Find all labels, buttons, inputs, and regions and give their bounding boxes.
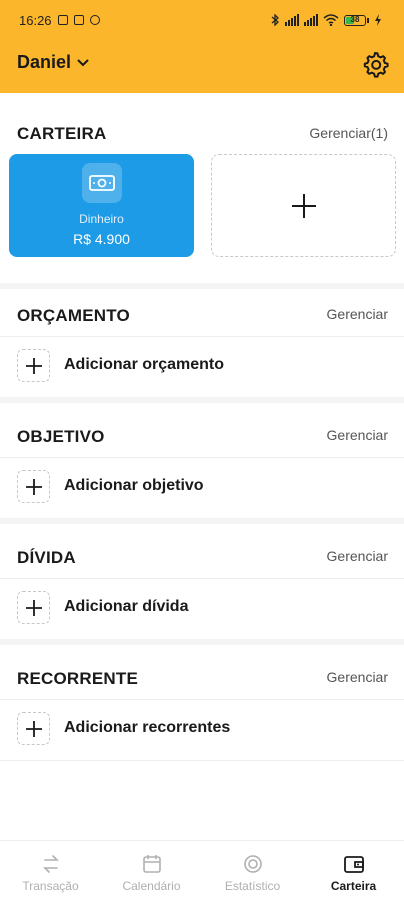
app-header: 16:26 38 Daniel	[0, 0, 404, 93]
nav-calendar[interactable]: Calendário	[101, 841, 202, 900]
debt-manage-link[interactable]: Gerenciar	[327, 548, 388, 564]
wallet-manage-link[interactable]: Gerenciar(1)	[309, 125, 388, 141]
wallet-icon	[343, 856, 364, 873]
bluetooth-icon	[271, 14, 279, 26]
battery-level: 38	[350, 14, 360, 24]
goal-manage-link[interactable]: Gerenciar	[327, 427, 388, 443]
signal-2-icon	[304, 14, 318, 26]
charging-icon	[375, 14, 381, 26]
add-budget-row[interactable]: Adicionar orçamento	[0, 337, 404, 397]
nav-wallet-label: Carteira	[330, 879, 377, 893]
nav-statistics-label: Estatístico	[224, 879, 281, 893]
user-name: Daniel	[17, 52, 72, 72]
section-divider	[0, 639, 404, 645]
plus-icon	[291, 193, 316, 218]
plus-icon	[17, 349, 50, 382]
add-debt-row[interactable]: Adicionar dívida	[0, 579, 404, 639]
account-selector[interactable]: Daniel	[17, 52, 89, 73]
add-wallet-button[interactable]	[211, 154, 396, 257]
add-recurring-row[interactable]: Adicionar recorrentes	[0, 700, 404, 760]
statistics-icon	[243, 855, 262, 873]
calendar-icon	[142, 855, 161, 873]
debt-section-title: DÍVIDA	[17, 548, 76, 567]
add-goal-row[interactable]: Adicionar objetivo	[0, 458, 404, 518]
section-divider	[0, 518, 404, 524]
plus-icon	[17, 470, 50, 503]
section-divider	[0, 283, 404, 289]
wallet-section-title: CARTEIRA	[17, 124, 107, 143]
nav-wallet[interactable]: Carteira	[303, 841, 404, 900]
gallery-notification-icon	[73, 15, 84, 25]
row-separator	[0, 760, 404, 761]
gear-icon[interactable]	[361, 50, 389, 78]
plus-icon	[17, 591, 50, 624]
wifi-icon	[323, 14, 339, 26]
goal-section-title: OBJETIVO	[17, 427, 105, 446]
battery-icon: 38	[344, 14, 369, 26]
cash-icon	[82, 163, 122, 203]
recurring-section-title: RECORRENTE	[17, 669, 139, 688]
nav-calendar-label: Calendário	[122, 879, 181, 893]
budget-section-title: ORÇAMENTO	[17, 306, 130, 325]
signal-1-icon	[285, 14, 299, 26]
budget-manage-link[interactable]: Gerenciar	[327, 306, 388, 322]
add-debt-label: Adicionar dívida	[64, 598, 189, 615]
wallet-card-cash[interactable]: Dinheiro R$ 4.900	[9, 154, 194, 257]
status-bar: 16:26 38	[0, 0, 404, 40]
chevron-down-icon	[77, 59, 89, 66]
wallet-balance: R$ 4.900	[73, 231, 130, 247]
add-recurring-label: Adicionar recorrentes	[64, 719, 231, 736]
transfer-icon	[42, 855, 59, 873]
section-divider	[0, 397, 404, 403]
bottom-navigation: Transação Calendário Estatístico Carteir…	[0, 840, 404, 900]
nav-transaction[interactable]: Transação	[0, 841, 101, 900]
wallet-name: Dinheiro	[79, 212, 124, 226]
settings-notification-icon	[89, 15, 100, 25]
add-budget-label: Adicionar orçamento	[64, 356, 225, 373]
nav-transaction-label: Transação	[22, 879, 79, 893]
add-goal-label: Adicionar objetivo	[64, 477, 204, 494]
shield-notification-icon	[57, 15, 68, 25]
nav-statistics[interactable]: Estatístico	[202, 841, 303, 900]
plus-icon	[17, 712, 50, 745]
status-time: 16:26	[19, 12, 52, 28]
recurring-manage-link[interactable]: Gerenciar	[327, 669, 388, 685]
